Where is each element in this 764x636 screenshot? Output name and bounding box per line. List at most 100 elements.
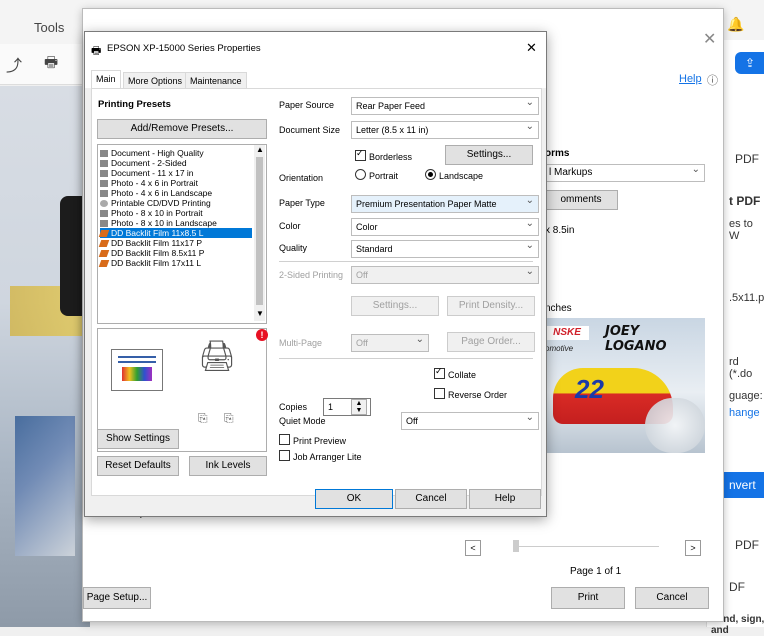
right-item-8[interactable]: PDF (735, 538, 759, 552)
right-item-6[interactable]: hange (729, 407, 760, 419)
list-item[interactable]: Document - High Quality (100, 148, 252, 158)
scrollbar-thumb[interactable] (256, 157, 263, 305)
quality-select[interactable]: Standard (351, 238, 539, 258)
list-item[interactable]: Photo - 8 x 10 in Landscape (100, 218, 252, 228)
paper-type-label: Paper Type (279, 198, 325, 208)
page-info: Page 1 of 1 (570, 566, 622, 577)
multipage-label: Multi-Page (279, 338, 323, 348)
list-item[interactable]: DD Backlit Film 17x11 L (98, 258, 252, 268)
printer-preview-icon: 🖨 (198, 340, 237, 373)
job-arranger-option[interactable]: Job Arranger Lite (279, 450, 362, 462)
reverse-order-checkbox[interactable] (434, 388, 445, 399)
page-order-icon: ⎘ (224, 411, 234, 425)
help-link[interactable]: Help (679, 73, 702, 85)
paper-source-select[interactable]: Rear Paper Feed (351, 95, 539, 115)
scroll-down-icon[interactable]: ▼ (256, 309, 264, 318)
list-item[interactable]: Photo - 4 x 6 in Landscape (100, 188, 252, 198)
borderless-option[interactable]: Borderless (355, 148, 412, 162)
two-sided-select[interactable]: Off (351, 264, 539, 284)
list-item[interactable]: Document - 2-Sided (100, 158, 252, 168)
convert-button[interactable]: nvert (723, 472, 764, 498)
multipage-select[interactable]: Off (351, 332, 429, 352)
print-button[interactable]: Print (551, 587, 625, 609)
next-page-button[interactable]: > (685, 540, 701, 556)
two-sided-settings-button[interactable]: Settings... (351, 296, 439, 316)
quiet-mode-label: Quiet Mode (279, 416, 326, 426)
job-arranger-checkbox[interactable] (279, 450, 290, 461)
document-icon (100, 170, 108, 177)
collate-option[interactable]: Collate (434, 366, 476, 380)
ok-button[interactable]: OK (315, 489, 393, 509)
quiet-mode-select[interactable]: Off (401, 410, 539, 430)
presets-scrollbar[interactable]: ▲ ▼ (254, 145, 265, 321)
show-settings-button[interactable]: Show Settings (97, 429, 179, 449)
cancel-button[interactable]: Cancel (395, 489, 467, 509)
preview-number: 22 (575, 374, 604, 404)
landscape-option[interactable]: Landscape (425, 169, 483, 181)
print-cancel-button[interactable]: Cancel (635, 587, 709, 609)
portrait-option[interactable]: Portrait (355, 169, 398, 181)
forms-label: orms (545, 148, 570, 159)
document-size-select[interactable]: Letter (8.5 x 11 in) (351, 119, 539, 139)
warning-icon: ! (256, 329, 268, 341)
right-item-1: t PDF (729, 194, 761, 208)
borderless-settings-button[interactable]: Settings... (445, 145, 533, 165)
photo-icon (100, 180, 108, 187)
list-item[interactable]: DD Backlit Film 8.5x11 P (98, 248, 252, 258)
print-density-button[interactable]: Print Density... (447, 296, 535, 316)
forms-select[interactable]: l Markups (545, 162, 705, 182)
list-item[interactable]: Document - 11 x 17 in (100, 168, 252, 178)
landscape-radio[interactable] (425, 169, 436, 180)
paper-preview-icon (111, 349, 163, 391)
quality-label: Quality (279, 243, 308, 253)
reset-defaults-button[interactable]: Reset Defaults (97, 456, 179, 476)
print-preview-checkbox[interactable] (279, 434, 290, 445)
help-button[interactable]: Help (469, 489, 541, 509)
scroll-up-icon[interactable]: ▲ (256, 145, 264, 154)
dialog-title: EPSON XP-15000 Series Properties (107, 43, 261, 54)
document-photo-background (0, 86, 90, 627)
prev-page-button[interactable]: < (465, 540, 481, 556)
paper-type-select[interactable]: Premium Presentation Paper Matte (351, 193, 539, 213)
right-item-9[interactable]: DF (729, 580, 745, 594)
add-remove-presets-button[interactable]: Add/Remove Presets... (97, 119, 267, 139)
list-item[interactable]: DD Backlit Film 11x17 P (98, 238, 252, 248)
print-close-icon[interactable]: ✕ (703, 29, 716, 49)
tab-more-options[interactable]: More Options (123, 72, 188, 89)
copies-spinner[interactable]: ▲ ▼ (351, 399, 367, 415)
copies-label: Copies (279, 402, 308, 412)
collate-checkbox[interactable] (434, 366, 445, 379)
list-item[interactable]: Printable CD/DVD Printing (100, 198, 252, 208)
paper-source-label: Paper Source (279, 100, 335, 110)
reverse-order-option[interactable]: Reverse Order (434, 388, 507, 400)
list-item[interactable]: Photo - 8 x 10 in Portrait (100, 208, 252, 218)
list-item-selected[interactable]: DD Backlit Film 11x8.5 L (98, 228, 252, 238)
document-size-label: Document Size (279, 125, 341, 135)
page-slider-track[interactable] (519, 546, 659, 547)
dialog-close-icon[interactable]: ✕ (526, 40, 537, 56)
ink-levels-button[interactable]: Ink Levels (189, 456, 267, 476)
borderless-checkbox[interactable] (355, 148, 366, 161)
share-button[interactable]: ⇪ (735, 52, 764, 74)
right-item-0[interactable]: PDF (735, 152, 759, 166)
share-icon[interactable]: ⤴ (6, 52, 22, 76)
document-icon (100, 150, 108, 157)
color-select[interactable]: Color (351, 216, 539, 236)
comments-button[interactable]: omments (545, 190, 618, 210)
tools-menu[interactable]: Tools (34, 20, 64, 35)
portrait-radio[interactable] (355, 169, 366, 180)
film-icon (98, 240, 110, 247)
printer-title-icon: 🖶 (91, 45, 102, 57)
print-preview-option[interactable]: Print Preview (279, 434, 346, 446)
page-order-button[interactable]: Page Order... (447, 332, 535, 352)
film-icon (98, 250, 110, 257)
page-setup-button[interactable]: Page Setup... (83, 587, 151, 609)
tab-main[interactable]: Main (91, 70, 121, 89)
printing-presets-heading: Printing Presets (98, 99, 171, 110)
printer-icon[interactable]: 🖶 (44, 52, 58, 77)
tab-maintenance[interactable]: Maintenance (185, 72, 247, 89)
bell-icon[interactable]: 🔔 (727, 16, 744, 33)
presets-list[interactable]: Document - High Quality Document - 2-Sid… (97, 144, 267, 324)
right-item-5: guage: (729, 390, 763, 402)
list-item[interactable]: Photo - 4 x 6 in Portrait (100, 178, 252, 188)
